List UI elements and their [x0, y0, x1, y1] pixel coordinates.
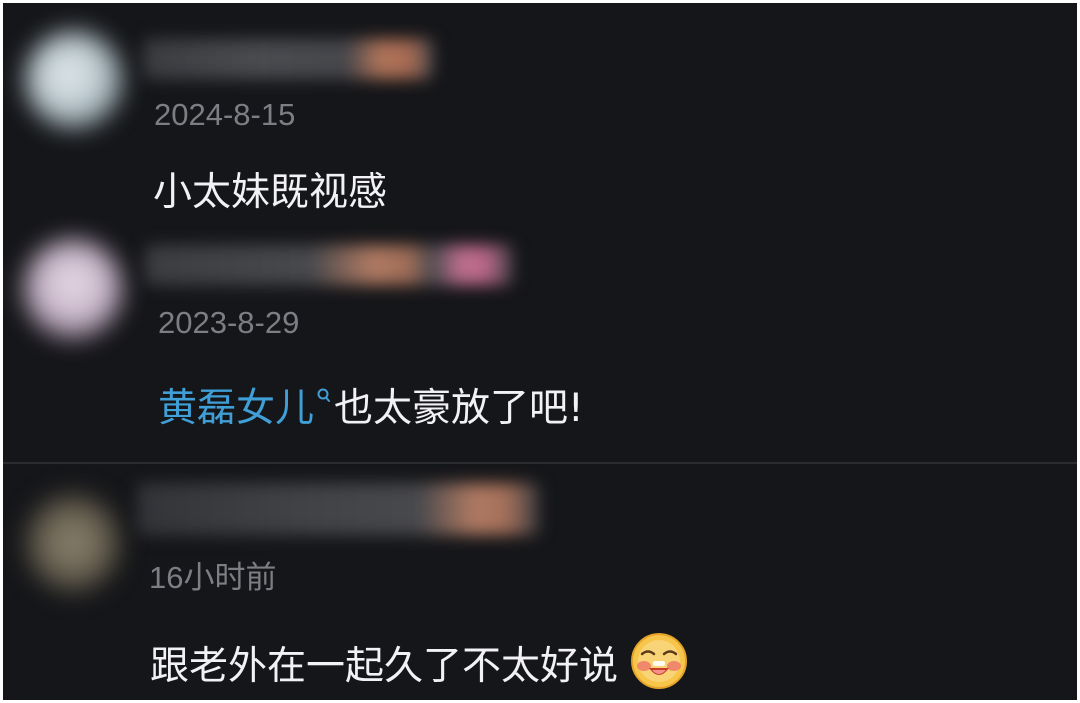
mention-link[interactable]: 黄磊女儿: [158, 386, 314, 431]
avatar[interactable]: [25, 31, 123, 129]
username-blurred[interactable]: [137, 483, 539, 535]
comment-body: 跟老外在一起久了不太好说: [150, 644, 619, 689]
comment-date: 2024-8-15: [154, 97, 296, 132]
avatar[interactable]: [23, 239, 123, 339]
comment-text: 小太妹既视感: [153, 170, 388, 215]
username-blurred[interactable]: [143, 39, 433, 79]
comment-text: 跟老外在一起久了不太好说: [150, 633, 688, 700]
username-blurred[interactable]: [145, 245, 513, 285]
screenshot-frame: 2024-8-15 小太妹既视感 2023-8-29 黄磊女儿 也太豪放了吧! 1…: [0, 0, 1080, 703]
grinning-blush-emoji: [630, 632, 688, 697]
comment-text: 黄磊女儿 也太豪放了吧!: [158, 386, 584, 431]
search-icon[interactable]: [316, 388, 331, 409]
comment-date: 16小时前: [149, 560, 277, 595]
avatar[interactable]: [25, 493, 121, 593]
divider: [3, 462, 1077, 464]
comment-list: 2024-8-15 小太妹既视感 2023-8-29 黄磊女儿 也太豪放了吧! 1…: [3, 3, 1077, 700]
comment-body: 也太豪放了吧!: [334, 386, 584, 431]
comment-date: 2023-8-29: [158, 305, 300, 340]
